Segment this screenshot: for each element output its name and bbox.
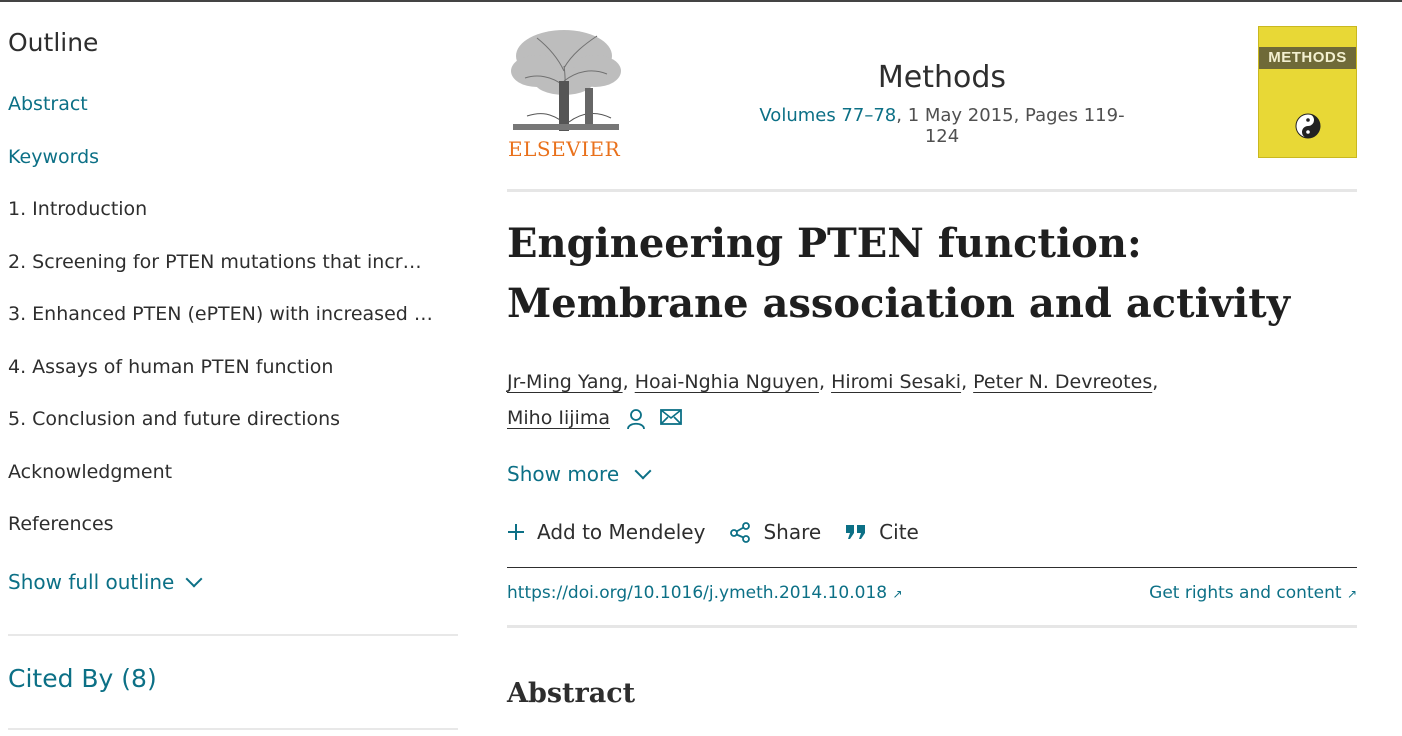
outline-item-conclusion[interactable]: 5. Conclusion and future directions [8, 408, 456, 461]
share-button[interactable]: Share [729, 520, 821, 544]
top-border [0, 0, 1402, 2]
article-title: Engineering PTEN function: Membrane asso… [507, 220, 1290, 327]
yin-yang-icon [1295, 113, 1321, 139]
doi-link[interactable]: https://doi.org/10.1016/j.ymeth.2014.10.… [507, 583, 903, 603]
elsevier-wordmark[interactable]: ELSEVIER [508, 137, 620, 161]
actions-divider [507, 567, 1357, 568]
doi-divider [507, 625, 1357, 628]
issue-date-pages: , 1 May 2015, Pages 119-124 [896, 105, 1125, 147]
doi-text: https://doi.org/10.1016/j.ymeth.2014.10.… [507, 583, 888, 603]
article-actions: Add to Mendeley Share Cite [507, 520, 919, 544]
author-link[interactable]: Hoai-Nghia Nguyen [635, 371, 819, 393]
outline-divider [8, 634, 458, 636]
cite-button[interactable]: Cite [845, 520, 919, 544]
author-link[interactable]: Hiromi Sesaki [831, 371, 961, 393]
show-full-outline-button[interactable]: Show full outline [8, 569, 458, 595]
outline-list: Abstract Keywords 1. Introduction 2. Scr… [8, 93, 458, 566]
external-link-icon: ↗ [1346, 587, 1357, 601]
outline-panel: Outline Abstract Keywords 1. Introductio… [8, 28, 458, 595]
plus-icon [508, 524, 524, 540]
rights-text: Get rights and content [1149, 583, 1342, 603]
outline-item-references[interactable]: References [8, 513, 456, 566]
external-link-icon: ↗ [892, 587, 903, 601]
journal-info: Methods Volumes 77–78, 1 May 2015, Pages… [752, 60, 1132, 147]
email-icon[interactable] [660, 408, 682, 426]
cover-title: METHODS [1268, 49, 1347, 66]
author-link[interactable]: Peter N. Devreotes [973, 371, 1152, 393]
journal-title[interactable]: Methods [752, 60, 1132, 95]
cited-by-divider [8, 728, 458, 730]
chevron-down-icon [634, 462, 652, 480]
outline-item-introduction[interactable]: 1. Introduction [8, 198, 456, 251]
show-full-outline-label: Show full outline [8, 569, 175, 594]
outline-item-acknowledgment[interactable]: Acknowledgment [8, 461, 456, 514]
share-icon [730, 522, 751, 543]
rights-link[interactable]: Get rights and content ↗ [1149, 583, 1357, 603]
quote-icon [846, 525, 866, 539]
volume-link[interactable]: Volumes 77–78 [759, 105, 896, 126]
outline-item-abstract[interactable]: Abstract [8, 93, 456, 146]
author-link[interactable]: Jr-Ming Yang [507, 371, 623, 393]
outline-heading: Outline [8, 28, 99, 57]
outline-item-screening[interactable]: 2. Screening for PTEN mutations that inc… [8, 251, 456, 304]
person-icon[interactable] [626, 408, 646, 430]
mendeley-label: Add to Mendeley [537, 520, 706, 544]
outline-item-keywords[interactable]: Keywords [8, 146, 456, 199]
chevron-down-icon [185, 570, 203, 587]
share-label: Share [763, 520, 822, 544]
author-link[interactable]: Miho Iijima [507, 407, 610, 429]
outline-item-assays[interactable]: 4. Assays of human PTEN function [8, 356, 456, 409]
cite-label: Cite [879, 520, 919, 544]
outline-item-eptens[interactable]: 3. Enhanced PTEN (ePTEN) with increased … [8, 303, 456, 356]
abstract-heading: Abstract [507, 678, 636, 709]
show-more-label: Show more [507, 462, 620, 486]
author-icons [626, 408, 682, 430]
add-to-mendeley-button[interactable]: Add to Mendeley [507, 520, 705, 544]
show-more-button[interactable]: Show more [507, 462, 652, 486]
header-divider [507, 189, 1357, 192]
cited-by-link[interactable]: Cited By (8) [8, 664, 157, 693]
author-list: Jr-Ming Yang, Hoai-Nghia Nguyen, Hiromi … [507, 371, 1159, 430]
journal-meta: Volumes 77–78, 1 May 2015, Pages 119-124 [752, 105, 1132, 147]
journal-cover[interactable]: METHODS [1258, 26, 1357, 158]
